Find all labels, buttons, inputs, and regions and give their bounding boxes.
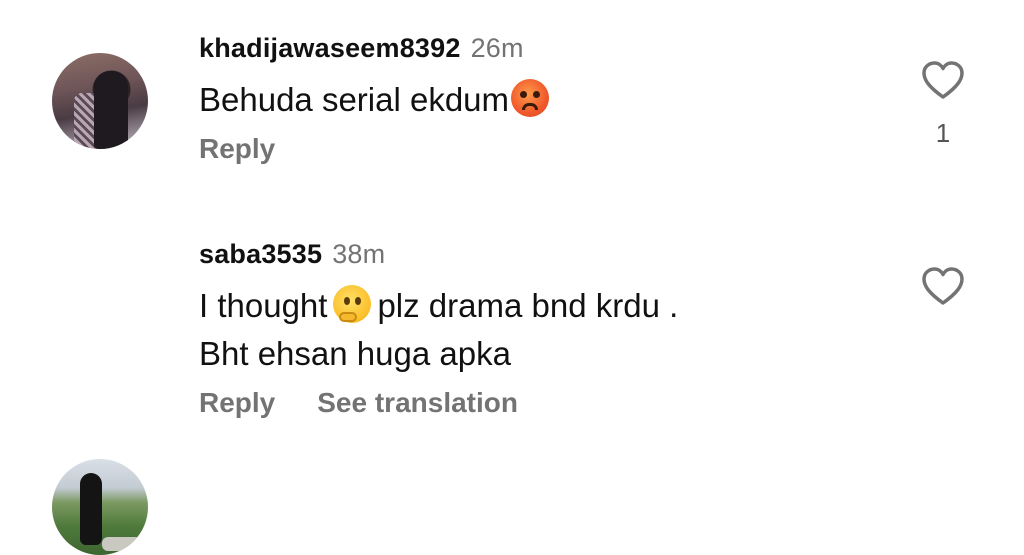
reply-button[interactable]: Reply	[199, 387, 275, 418]
comment-username-line: khadijawaseem8392 26m	[199, 33, 524, 64]
comment-item: khadijawaseem8392 26m Behuda serial ekdum…	[0, 0, 1024, 200]
avatar-photo-detail	[102, 537, 142, 551]
avatar[interactable]	[52, 459, 148, 555]
reply-button[interactable]: Reply	[199, 133, 275, 164]
comment-text-body: I thought	[199, 287, 328, 324]
heart-outline-icon[interactable]	[919, 263, 967, 311]
thinking-face-emoji-icon	[333, 285, 372, 323]
like-count: 1	[935, 118, 951, 148]
comment-text-continuation: plz drama bnd krdu .	[377, 287, 679, 324]
angry-face-emoji-icon	[511, 79, 550, 117]
timestamp: 26m	[470, 33, 524, 63]
heart-outline-icon[interactable]	[919, 57, 967, 105]
see-translation-button[interactable]: See translation	[317, 387, 518, 418]
comment-text-line2: Bht ehsan huga apka	[199, 335, 511, 372]
username[interactable]: saba3535	[199, 239, 322, 269]
comment-text-body: Behuda serial ekdum	[199, 81, 510, 118]
comment-actions: Reply See translation	[199, 387, 518, 419]
comment-actions: Reply	[199, 133, 275, 165]
comment-item: saba3535 38m I thought plz drama bnd krdu …	[0, 200, 1024, 555]
timestamp: 38m	[332, 239, 386, 269]
comment-text: Behuda serial ekdum	[199, 76, 550, 124]
avatar-photo-figure	[80, 473, 102, 545]
comment-username-line: saba3535 38m	[199, 239, 385, 270]
username[interactable]: khadijawaseem8392	[199, 33, 461, 63]
comment-text: I thought plz drama bnd krdu . Bht ehsan …	[199, 282, 678, 378]
avatar[interactable]	[52, 53, 148, 149]
avatar-photo-figure	[94, 71, 128, 149]
